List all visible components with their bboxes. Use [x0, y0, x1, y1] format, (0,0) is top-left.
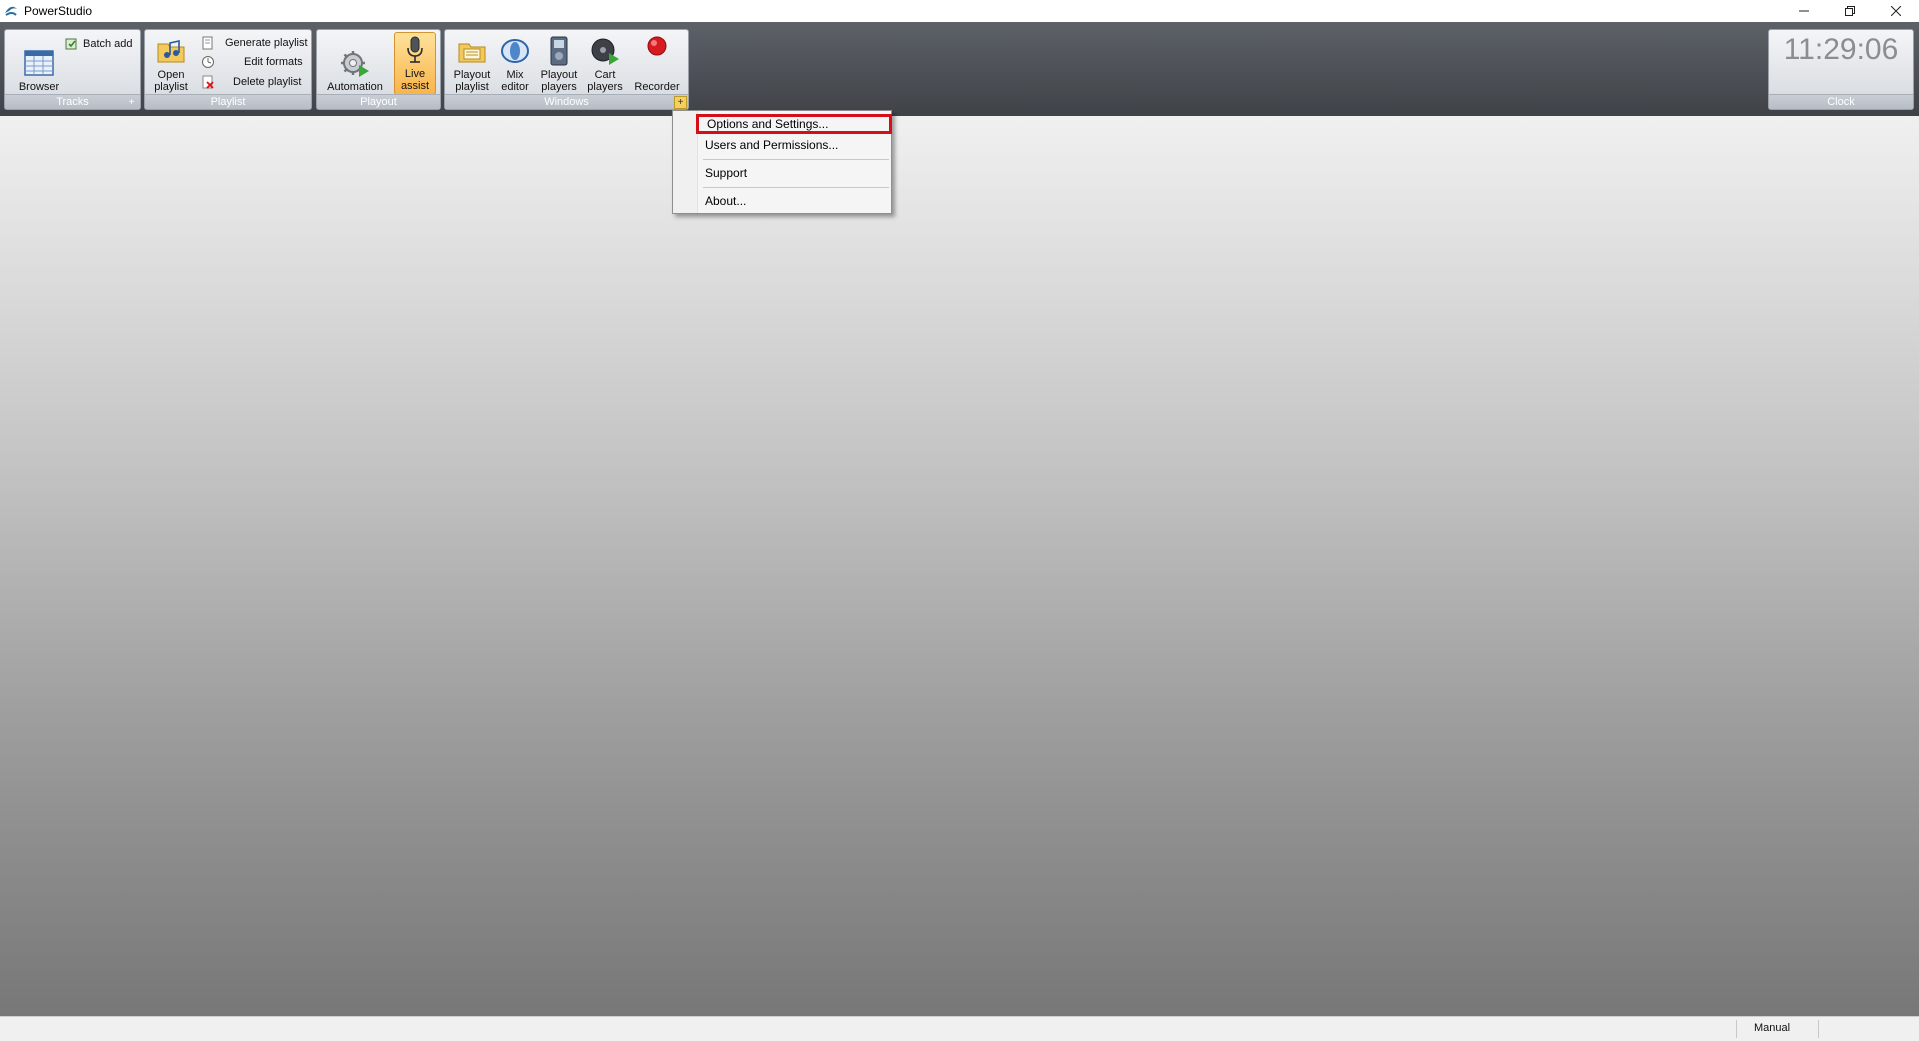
playout-players-label: Playout players — [540, 69, 578, 93]
grid-icon — [24, 50, 54, 76]
ribbon-group-label-tracks: Tracks — [5, 94, 140, 109]
menu-item-users-permissions[interactable]: Users and Permissions... — [697, 135, 891, 155]
menu-separator — [703, 159, 889, 160]
open-playlist-button[interactable]: Open playlist — [149, 30, 193, 95]
generate-playlist-button[interactable]: Generate playlist — [201, 35, 308, 51]
ribbon-group-label-playout: Playout — [317, 94, 440, 109]
window-title: PowerStudio — [24, 4, 93, 18]
browser-label: Browser — [18, 81, 60, 93]
edit-formats-button[interactable]: Edit formats — [201, 54, 303, 70]
minimize-button[interactable] — [1781, 0, 1827, 22]
batch-add-button[interactable]: Batch add — [65, 36, 133, 52]
main-workspace — [0, 116, 1919, 1016]
record-icon — [647, 36, 667, 56]
mix-editor-label: Mix editor — [501, 69, 529, 93]
edit-formats-icon — [202, 56, 214, 68]
status-separator — [1736, 1020, 1737, 1038]
restore-icon — [1845, 6, 1855, 16]
open-playlist-label: Open playlist — [154, 69, 188, 93]
status-mode: Manual — [1754, 1022, 1791, 1034]
cart-players-button[interactable]: Cart players — [583, 30, 627, 95]
menu-icon-gutter — [673, 111, 698, 213]
delete-playlist-button[interactable]: Delete playlist — [201, 74, 301, 90]
edit-formats-label: Edit formats — [244, 56, 303, 68]
close-button[interactable] — [1873, 0, 1919, 22]
clock-panel: 11:29:06 Clock — [1768, 29, 1914, 110]
browser-button[interactable]: Browser — [9, 30, 69, 95]
mix-editor-icon — [501, 39, 529, 63]
playout-players-icon — [550, 36, 568, 66]
automation-label: Automation — [327, 81, 383, 93]
live-assist-button[interactable]: Live assist — [394, 32, 436, 95]
close-icon — [1891, 6, 1901, 16]
playout-playlist-label: Playout playlist — [453, 69, 491, 93]
app-logo-icon — [5, 6, 17, 16]
minimize-icon — [1799, 10, 1809, 12]
delete-playlist-label: Delete playlist — [233, 76, 302, 88]
cart-players-icon — [591, 38, 619, 65]
automation-button[interactable]: Automation — [323, 30, 387, 95]
playout-playlist-button[interactable]: Playout playlist — [449, 30, 495, 95]
windows-dropdown-menu: Options and Settings... Users and Permis… — [672, 110, 892, 214]
clock-time: 11:29:06 — [1783, 33, 1899, 66]
batch-add-label: Batch add — [83, 38, 133, 50]
ribbon: Browser Batch add Tracks + Open playlist — [0, 22, 1919, 116]
ribbon-group-playlist: Open playlist Generate playlist Edit for… — [144, 29, 312, 110]
generate-playlist-label: Generate playlist — [225, 37, 308, 49]
playout-players-button[interactable]: Playout players — [537, 30, 581, 95]
title-bar: PowerStudio — [0, 0, 1919, 22]
batch-add-icon — [65, 38, 77, 50]
ribbon-group-tracks: Browser Batch add Tracks + — [4, 29, 141, 110]
recorder-label: Recorder — [634, 81, 680, 93]
windows-launcher-button[interactable]: + — [674, 96, 687, 109]
cart-players-label: Cart players — [587, 69, 623, 93]
menu-separator — [703, 187, 889, 188]
recorder-button[interactable]: Recorder — [629, 30, 685, 95]
ribbon-group-label-playlist: Playlist — [145, 94, 311, 109]
status-separator — [1818, 1020, 1819, 1038]
microphone-icon — [407, 36, 423, 63]
ribbon-group-playout: Automation Live assist Playout — [316, 29, 441, 110]
menu-item-options-settings[interactable]: Options and Settings... — [696, 114, 892, 134]
menu-item-support[interactable]: Support — [697, 163, 891, 183]
ribbon-group-label-windows: Windows — [445, 94, 688, 109]
live-assist-label: Live assist — [400, 68, 430, 92]
generate-playlist-icon — [202, 36, 213, 50]
tracks-launcher-button[interactable]: + — [126, 97, 137, 108]
clock-label: Clock — [1769, 94, 1913, 109]
playout-playlist-icon — [458, 43, 486, 63]
status-bar: Manual — [0, 1016, 1919, 1041]
mix-editor-button[interactable]: Mix editor — [495, 30, 535, 95]
open-playlist-icon — [157, 40, 185, 63]
restore-button[interactable] — [1827, 0, 1873, 22]
menu-item-about[interactable]: About... — [697, 191, 891, 211]
gear-play-icon — [341, 51, 369, 77]
ribbon-group-windows: Playout playlist Mix editor Playout play… — [444, 29, 689, 110]
delete-icon — [202, 75, 214, 89]
